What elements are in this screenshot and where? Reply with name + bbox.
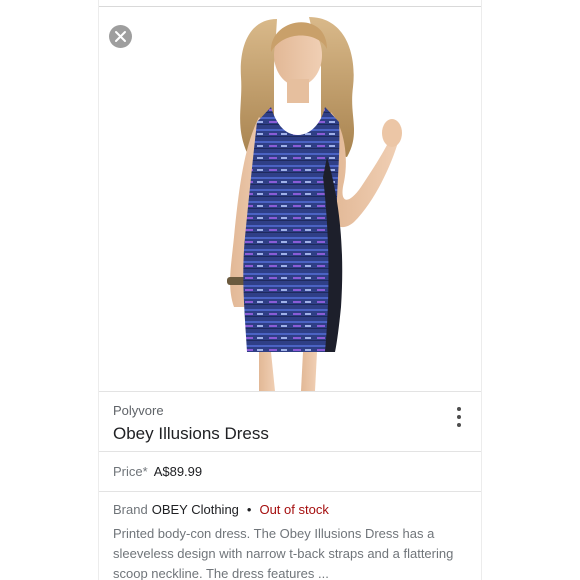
price-value: A$89.99 bbox=[153, 464, 203, 479]
brand-row: Brand OBEY Clothing • Out of stock bbox=[113, 502, 329, 517]
more-vert-icon bbox=[457, 407, 461, 411]
stock-status: Out of stock bbox=[259, 502, 329, 517]
more-options-button[interactable] bbox=[449, 405, 469, 429]
divider bbox=[99, 491, 481, 492]
separator-bullet: • bbox=[246, 502, 252, 517]
price-label: Price* bbox=[113, 464, 148, 479]
close-button[interactable] bbox=[109, 25, 132, 48]
product-title[interactable]: Obey Illusions Dress bbox=[113, 424, 269, 444]
more-vert-icon-dot bbox=[457, 415, 461, 419]
page: Polyvore Obey Illusions Dress Price* A$89… bbox=[0, 0, 580, 580]
price-row: Price* A$89.99 bbox=[113, 464, 202, 479]
brand-name[interactable]: OBEY Clothing bbox=[152, 502, 239, 517]
product-card: Polyvore Obey Illusions Dress Price* A$89… bbox=[98, 0, 482, 580]
divider bbox=[99, 391, 481, 392]
product-image[interactable] bbox=[99, 7, 481, 391]
brand-label: Brand bbox=[113, 502, 148, 517]
divider bbox=[99, 451, 481, 452]
more-vert-icon-dot bbox=[457, 423, 461, 427]
merchant-source[interactable]: Polyvore bbox=[113, 403, 164, 418]
model-illustration bbox=[227, 17, 402, 391]
close-icon bbox=[115, 31, 126, 42]
product-description: Printed body-con dress. The Obey Illusio… bbox=[113, 526, 454, 580]
